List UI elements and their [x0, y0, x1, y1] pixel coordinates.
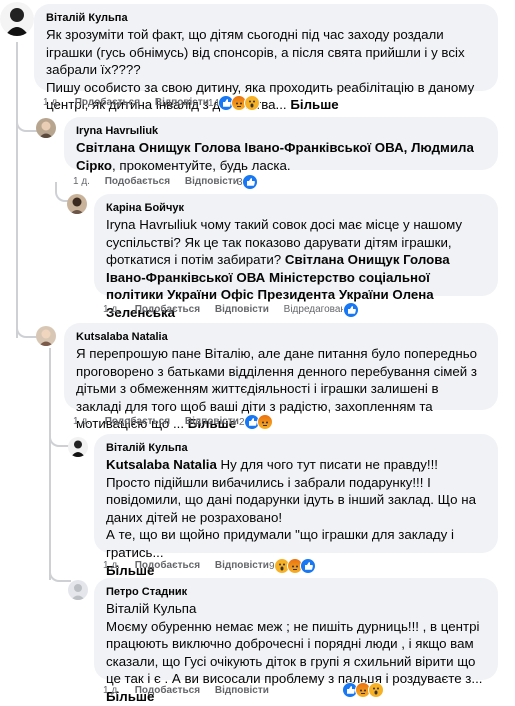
reply-button[interactable]: Відповісти	[215, 559, 269, 573]
reaction-summary[interactable]: 3	[237, 174, 258, 190]
reply-button[interactable]: Відповісти	[185, 175, 239, 189]
reaction-summary[interactable]	[342, 682, 384, 698]
avatar-image	[0, 2, 34, 36]
comment-actions: 1 д. Подобається Відповісти Відредагован…	[103, 303, 364, 317]
wow-icon	[368, 682, 384, 698]
avatar[interactable]	[36, 118, 56, 138]
comment-actions: 1 д. Подобається Відповісти	[43, 96, 221, 110]
thread-elbow	[16, 324, 38, 338]
reaction-summary[interactable]: 2	[239, 414, 273, 430]
thread-line	[49, 348, 51, 580]
reaction-summary[interactable]: 9	[269, 558, 316, 574]
mention-link[interactable]: Віталій Кульпа	[106, 600, 486, 618]
reaction-summary[interactable]	[343, 302, 359, 318]
wow-icon	[244, 95, 261, 111]
avatar[interactable]	[68, 437, 88, 457]
edited-label: Відредаговано	[283, 304, 352, 315]
like-button[interactable]: Подобається	[135, 303, 200, 317]
mention-link[interactable]: Kutsalaba Natalia	[106, 457, 217, 472]
avatar-image	[68, 437, 88, 457]
reply-button[interactable]: Відповісти	[185, 415, 239, 429]
comment-timestamp[interactable]: 1 д.	[103, 684, 120, 698]
thread-elbow	[49, 568, 71, 582]
like-button[interactable]: Подобається	[105, 175, 170, 189]
like-button[interactable]: Подобається	[105, 415, 170, 429]
comment-body: Моєму обуренню немає меж ; не пишіть дур…	[106, 618, 483, 687]
like-button[interactable]: Подобається	[75, 96, 140, 110]
like-icon	[241, 174, 258, 190]
comment-timestamp[interactable]: 1 д.	[103, 559, 120, 573]
thread-elbow	[16, 118, 38, 132]
comment-bubble: Iryna Havrыliuk Світлана Онищук Голова І…	[64, 117, 498, 173]
comment-author[interactable]: Петро Стадник	[106, 585, 486, 599]
comment-author[interactable]: Каріна Бойчук	[106, 201, 486, 215]
comment-text: Світлана Онищук Голова Івано-Франківсько…	[76, 139, 486, 174]
avatar[interactable]	[67, 194, 87, 214]
comment-body: Ну для чого тут писати не правду!!! Прос…	[106, 457, 476, 560]
comment-bubble: Віталій Кульпа Kutsalaba Natalia Ну для …	[94, 434, 498, 578]
comment-timestamp[interactable]: 1 д.	[103, 303, 120, 317]
like-icon	[299, 558, 316, 574]
avatar[interactable]	[36, 326, 56, 346]
avatar[interactable]	[0, 2, 34, 36]
comment-timestamp[interactable]: 1 д.	[73, 175, 90, 189]
comment-bubble: Kutsalaba Natalia Я перепрошую пане Віта…	[64, 323, 498, 431]
comment-author[interactable]: Iryna Havrыliuk	[76, 124, 486, 138]
avatar-image	[67, 194, 87, 214]
avatar-image	[36, 326, 56, 346]
reply-button[interactable]: Відповісти	[155, 96, 209, 110]
comment-actions: 1 д. Подобається Відповісти	[103, 559, 281, 573]
comment-author[interactable]: Kutsalaba Natalia	[76, 330, 486, 344]
reply-button[interactable]: Відповісти	[215, 303, 269, 317]
comment-bubble: Віталій Кульпа Як зрозуміти той факт, що…	[34, 4, 498, 112]
avatar[interactable]	[68, 580, 88, 600]
avatar-image	[68, 580, 88, 600]
comment-body: , прокоментуйте, будь ласка.	[112, 157, 291, 173]
angry-icon	[256, 414, 273, 430]
comment-author[interactable]: Віталій Кульпа	[46, 11, 486, 25]
thread-line	[16, 42, 18, 338]
reply-button[interactable]: Відповісти	[215, 684, 269, 698]
comment-actions: 1 д. Подобається Відповісти	[103, 684, 281, 698]
comment-author[interactable]: Віталій Кульпа	[106, 441, 486, 455]
comment-timestamp[interactable]: 1 д.	[73, 415, 90, 429]
like-icon	[343, 302, 359, 318]
see-more-link[interactable]: Більше	[290, 97, 338, 112]
comment-actions: 1 д. Подобається Відповісти	[73, 415, 251, 429]
avatar-image	[36, 118, 56, 138]
comment-timestamp[interactable]: 1 д.	[43, 96, 60, 110]
comment-actions: 1 д. Подобається Відповісти	[73, 175, 251, 189]
like-button[interactable]: Подобається	[135, 684, 200, 698]
reaction-summary[interactable]: 14	[208, 95, 261, 111]
comment-bubble: Петро Стадник Віталій Кульпа Моєму обуре…	[94, 578, 498, 704]
like-button[interactable]: Подобається	[135, 559, 200, 573]
comment-bubble: Каріна Бойчук Iryna Havrыliuk чому такий…	[94, 194, 498, 320]
